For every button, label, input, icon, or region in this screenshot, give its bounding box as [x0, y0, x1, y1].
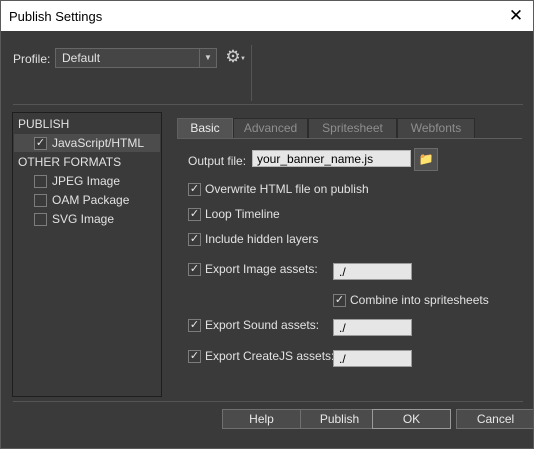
- header-divider: [13, 104, 523, 105]
- format-checkbox[interactable]: ✓: [34, 137, 47, 150]
- cancel-button[interactable]: Cancel: [456, 409, 533, 429]
- output-file-label: Output file:: [188, 154, 247, 168]
- format-label: SVG Image: [52, 212, 115, 226]
- format-label: JavaScript/HTML: [52, 136, 145, 150]
- format-item-oam[interactable]: OAM Package: [14, 191, 160, 209]
- help-button[interactable]: Help: [222, 409, 301, 429]
- loop-timeline-label: Loop Timeline: [205, 207, 280, 221]
- publish-header: PUBLISH: [18, 117, 70, 131]
- output-file-input[interactable]: your_banner_name.js: [252, 150, 411, 167]
- window-title: Publish Settings: [9, 9, 103, 24]
- tab-spritesheet[interactable]: Spritesheet: [308, 118, 397, 138]
- export-image-assets-label: Export Image assets:: [205, 262, 318, 276]
- format-label: JPEG Image: [52, 174, 121, 188]
- profile-label: Profile:: [13, 52, 51, 66]
- export-createjs-assets-checkbox[interactable]: ✓: [188, 350, 201, 363]
- format-checkbox[interactable]: [34, 175, 47, 188]
- export-createjs-assets-label: Export CreateJS assets:: [205, 349, 335, 363]
- include-hidden-layers-label: Include hidden layers: [205, 232, 319, 246]
- folder-icon[interactable]: 📁: [414, 148, 438, 171]
- profile-dropdown[interactable]: Default ▼: [55, 48, 217, 68]
- tab-basic[interactable]: Basic: [177, 118, 233, 139]
- publish-button[interactable]: Publish: [300, 409, 379, 429]
- chevron-down-icon: ▼: [199, 49, 216, 67]
- format-checkbox[interactable]: [34, 213, 47, 226]
- footer-divider: [13, 401, 523, 402]
- combine-spritesheets-checkbox[interactable]: ✓: [333, 294, 346, 307]
- sound-assets-path-input[interactable]: ./: [333, 319, 412, 336]
- gear-icon[interactable]: ⚙ ▼: [223, 47, 246, 67]
- ok-button[interactable]: OK: [372, 409, 451, 429]
- format-list: PUBLISH ✓ JavaScript/HTML OTHER FORMATS …: [12, 112, 162, 397]
- format-item-javascript-html[interactable]: ✓ JavaScript/HTML: [14, 134, 160, 152]
- title-bar: Publish Settings ✕: [1, 1, 533, 31]
- format-item-jpeg[interactable]: JPEG Image: [14, 172, 160, 190]
- createjs-assets-path-input[interactable]: ./: [333, 350, 412, 367]
- format-item-svg[interactable]: SVG Image: [14, 210, 160, 228]
- publish-settings-dialog: Publish Settings ✕ Profile: Default ▼ ⚙ ▼…: [0, 0, 534, 449]
- vertical-divider: [251, 45, 252, 101]
- close-icon[interactable]: ✕: [505, 5, 527, 27]
- tab-webfonts[interactable]: Webfonts: [397, 118, 475, 138]
- overwrite-html-checkbox[interactable]: ✓: [188, 183, 201, 196]
- profile-value: Default: [62, 51, 101, 65]
- tab-content-divider: [177, 138, 522, 139]
- other-formats-header: OTHER FORMATS: [18, 155, 122, 169]
- format-label: OAM Package: [52, 193, 130, 207]
- overwrite-html-label: Overwrite HTML file on publish: [205, 182, 369, 196]
- image-assets-path-input[interactable]: ./: [333, 263, 412, 280]
- combine-spritesheets-label: Combine into spritesheets: [350, 293, 489, 307]
- export-sound-assets-label: Export Sound assets:: [205, 318, 320, 332]
- export-image-assets-checkbox[interactable]: ✓: [188, 263, 201, 276]
- loop-timeline-checkbox[interactable]: ✓: [188, 208, 201, 221]
- format-checkbox[interactable]: [34, 194, 47, 207]
- tab-advanced[interactable]: Advanced: [233, 118, 308, 138]
- export-sound-assets-checkbox[interactable]: ✓: [188, 319, 201, 332]
- include-hidden-layers-checkbox[interactable]: ✓: [188, 233, 201, 246]
